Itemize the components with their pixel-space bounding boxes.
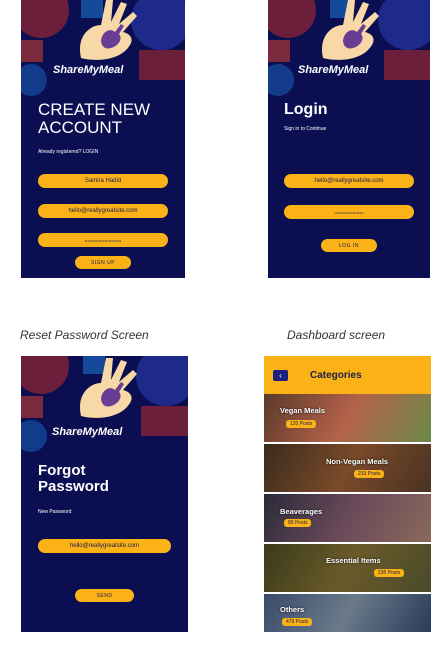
email-field[interactable]: hello@reallygreatsite.com: [38, 204, 168, 218]
dashboard-screen: ‹ Categories Vegan Meals 120 Posts Non-V…: [264, 356, 431, 632]
page-title: Categories: [310, 370, 362, 381]
log-in-button[interactable]: LOG IN: [321, 239, 377, 252]
category-post-count: 233 Posts: [354, 470, 385, 478]
brand-logo-text: ShareMyMeal: [53, 64, 124, 76]
brand-logo-text: ShareMyMeal: [298, 64, 369, 76]
page-subtitle: New Password: [38, 509, 72, 515]
dashboard-header: ‹ Categories: [264, 356, 431, 394]
category-name: Non-Vegan Meals: [326, 457, 389, 466]
sign-up-button[interactable]: SIGN UP: [75, 256, 131, 269]
category-post-count: 235 Posts: [374, 569, 405, 577]
password-field[interactable]: •••••••••••••••••••••: [284, 205, 414, 219]
category-card[interactable]: Vegan Meals 120 Posts: [264, 394, 431, 442]
category-name: Essential Items: [326, 556, 381, 565]
page-title: CREATE NEW ACCOUNT: [38, 101, 150, 137]
category-card[interactable]: Non-Vegan Meals 233 Posts: [264, 444, 431, 492]
category-name: Beaverages: [280, 507, 323, 516]
title-line-2: ACCOUNT: [38, 117, 123, 137]
category-card[interactable]: Others 479 Posts: [264, 594, 431, 632]
category-post-count: 479 Posts: [282, 618, 313, 626]
dashboard-screen-caption: Dashboard screen: [287, 328, 386, 342]
hand-logo-icon: [80, 0, 137, 60]
brand-logo-text: ShareMyMeal: [52, 426, 123, 438]
password-field[interactable]: ••••••••••••••••••••••••••: [38, 233, 168, 247]
title-line-1: CREATE NEW: [38, 100, 151, 119]
title-line-2: Password: [38, 477, 109, 495]
login-screen: ShareMyMeal Login Sign in to Continue he…: [268, 0, 430, 278]
category-card[interactable]: Beaverages 89 Posts: [264, 494, 431, 542]
title-line-1: Forgot: [38, 462, 86, 479]
name-field[interactable]: Samira Hadid: [38, 174, 168, 188]
hand-logo-icon: [80, 358, 137, 418]
category-post-count: 120 Posts: [286, 420, 317, 428]
email-field[interactable]: hello@reallygreatsite.com: [284, 174, 414, 188]
category-name: Others: [280, 605, 305, 614]
page-title: Forgot Password: [38, 463, 109, 495]
category-card[interactable]: Essential Items 235 Posts: [264, 544, 431, 592]
create-account-screen: ShareMyMeal CREATE NEW ACCOUNT Already r…: [21, 0, 185, 278]
login-link[interactable]: Already registered? LOGIN: [38, 149, 98, 155]
email-field[interactable]: hello@reallygreatsite.com: [38, 539, 171, 553]
category-post-count: 89 Posts: [284, 519, 312, 527]
category-name: Vegan Meals: [280, 406, 326, 415]
reset-password-screen: ShareMyMeal Forgot Password New Password…: [21, 356, 188, 632]
page-subtitle: Sign in to Continue: [284, 126, 327, 132]
page-title: Login: [284, 101, 328, 118]
send-button[interactable]: SEND: [75, 589, 134, 602]
hand-logo-icon: [322, 0, 379, 60]
chevron-left-icon[interactable]: ‹: [273, 370, 288, 381]
reset-screen-caption: Reset Password Screen: [20, 328, 149, 342]
